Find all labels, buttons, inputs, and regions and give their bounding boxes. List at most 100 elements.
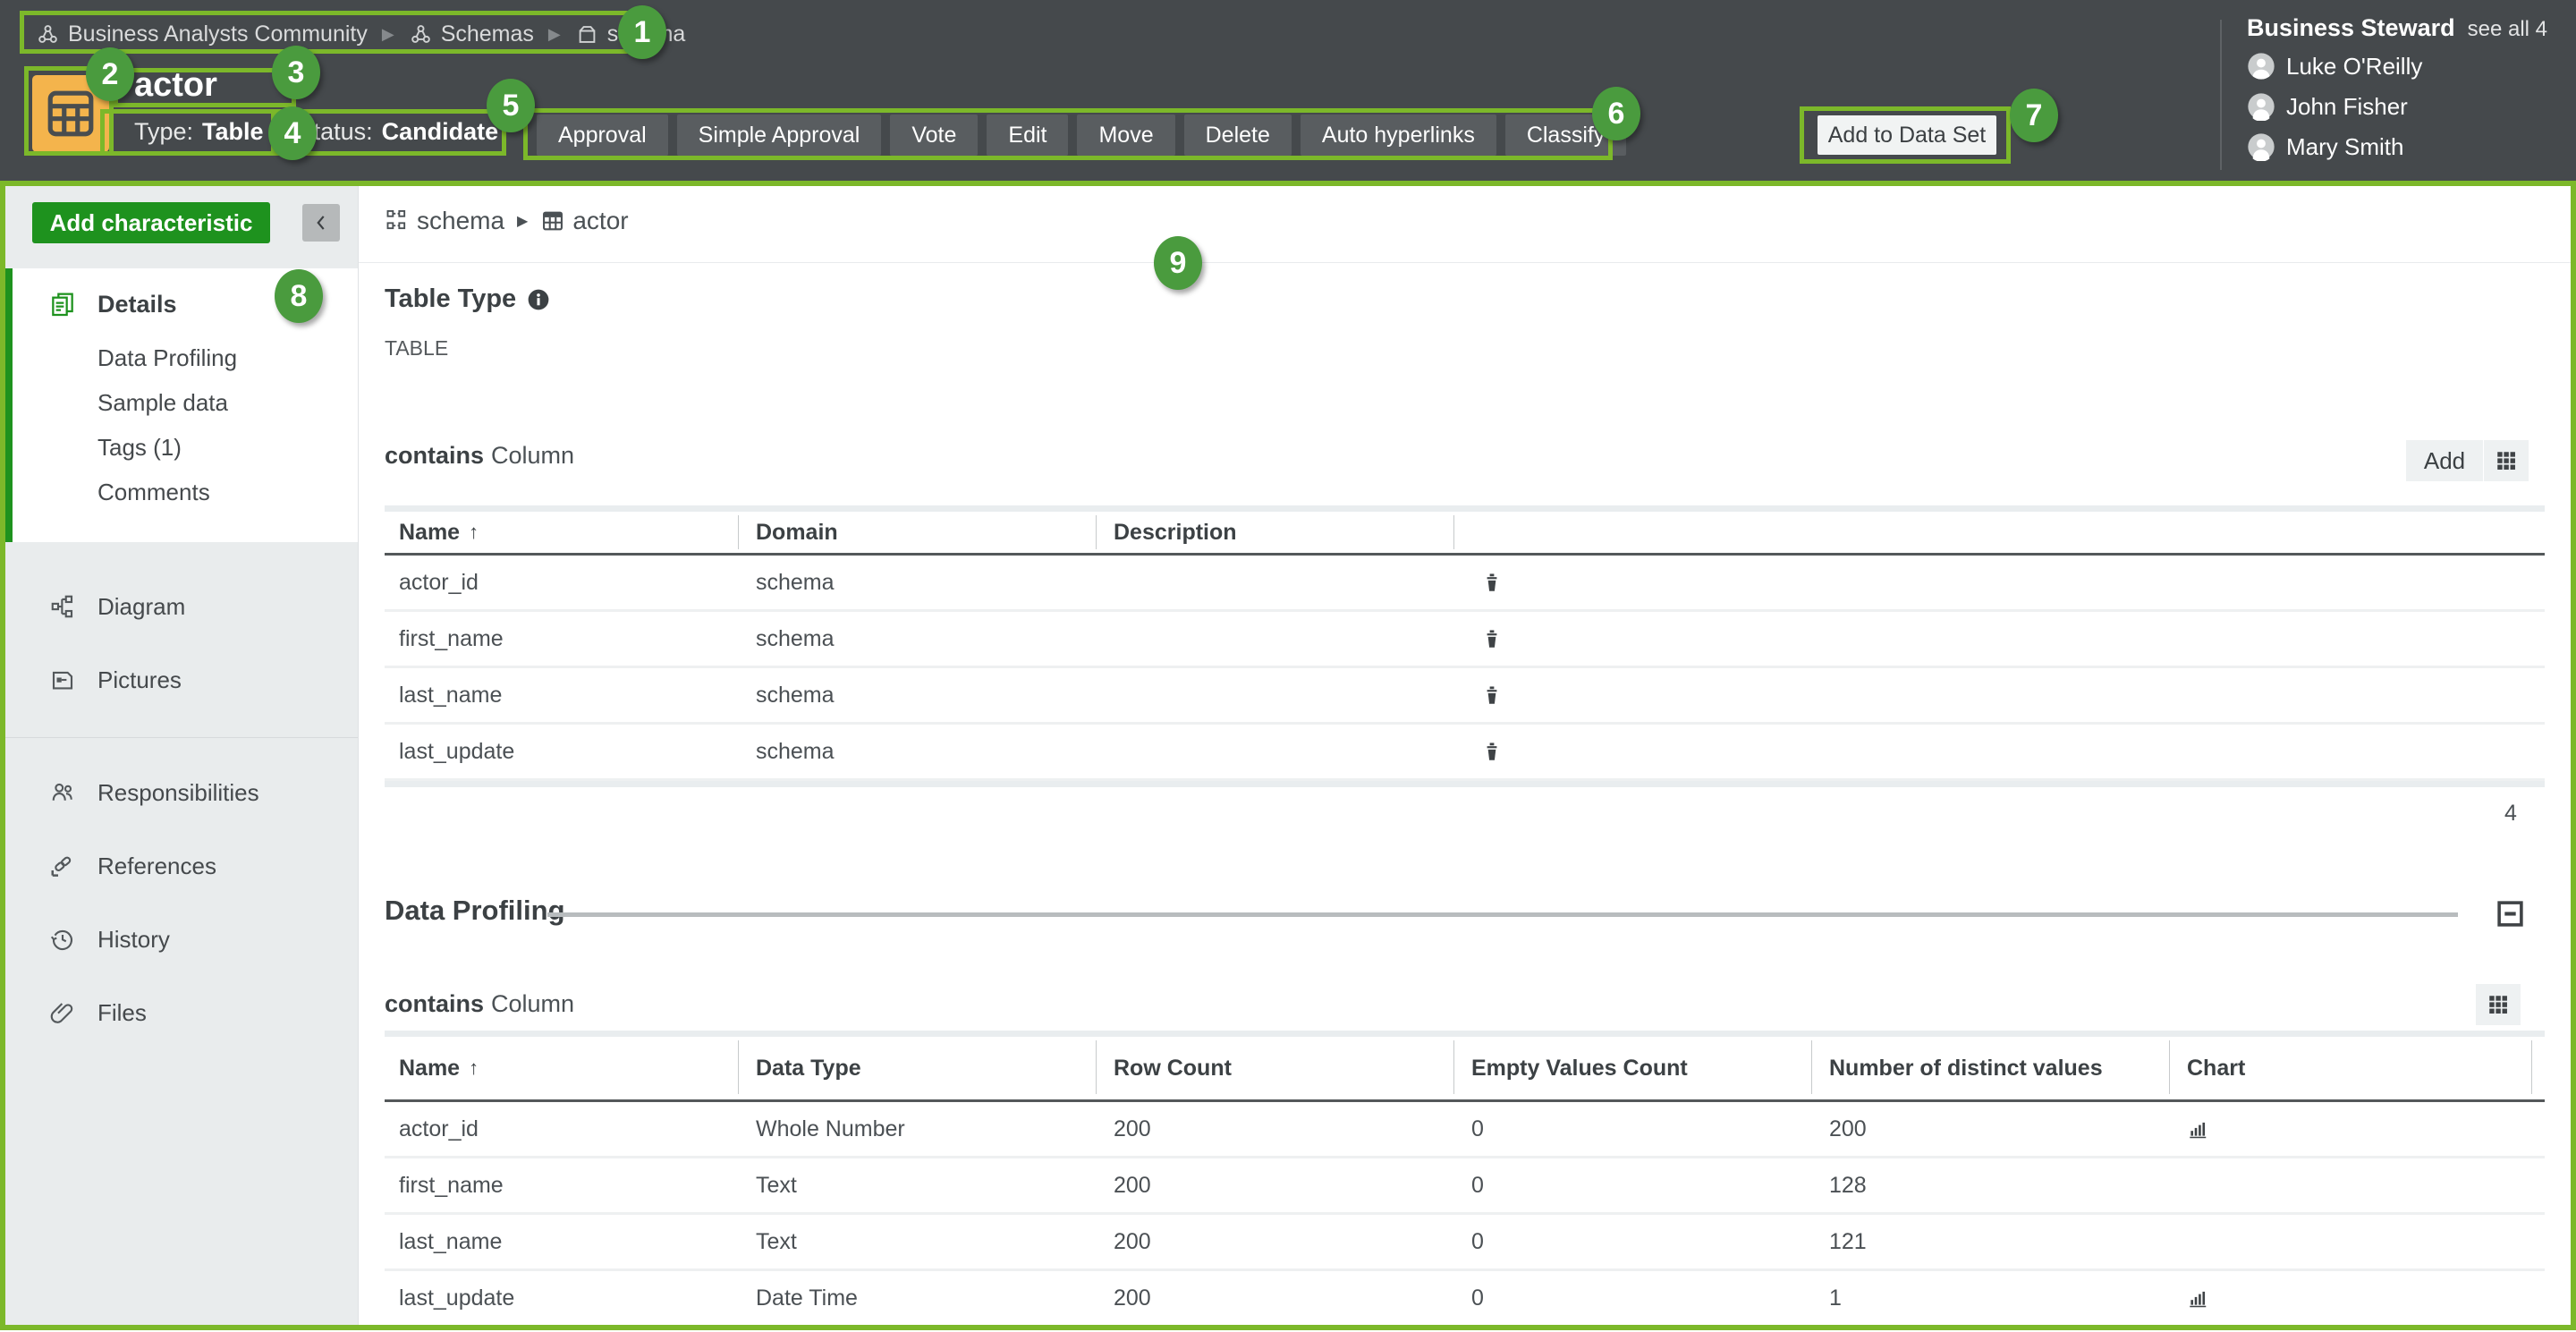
column-header-name[interactable]: Name↑: [399, 1037, 479, 1099]
sort-asc-icon: ↑: [469, 1056, 479, 1080]
delete-row-icon[interactable]: [1480, 612, 1504, 666]
collapse-sidebar-button[interactable]: [302, 204, 340, 242]
table-type-heading: Table Type: [385, 284, 550, 314]
column-header-row-count[interactable]: Row Count: [1114, 1037, 1232, 1099]
vote-button[interactable]: Vote: [890, 115, 978, 156]
sidebar-item-tags[interactable]: Tags (1): [5, 428, 358, 467]
sidebar-item-diagram[interactable]: Diagram: [5, 587, 358, 626]
asset-meta: Type: Table Status: Candidate: [134, 118, 498, 146]
page-title: actor: [134, 66, 217, 105]
sidebar-item-sample-data[interactable]: Sample data: [5, 383, 358, 422]
auto-hyperlinks-button[interactable]: Auto hyperlinks: [1301, 115, 1496, 156]
steward-name: Mary Smith: [2286, 133, 2403, 161]
breadcrumb-parent[interactable]: schema: [417, 207, 504, 235]
sidebar-item-details[interactable]: Details: [5, 284, 358, 324]
community-icon: [36, 22, 60, 47]
table-row[interactable]: last_name Text 200 0 121: [385, 1215, 2545, 1271]
steward-name: John Fisher: [2286, 93, 2408, 121]
delete-row-icon[interactable]: [1480, 668, 1504, 722]
column-header-description[interactable]: Description: [1114, 512, 1237, 553]
column-header-chart[interactable]: Chart: [2187, 1037, 2245, 1099]
page: Business Analysts Community ▶ Schemas ▶: [0, 0, 2576, 1332]
column-header-name[interactable]: Name↑: [399, 512, 479, 553]
add-column-button[interactable]: Add: [2406, 440, 2483, 481]
steward-user[interactable]: Luke O'Reilly: [2247, 50, 2547, 82]
sidebar-item-files[interactable]: Files: [5, 993, 358, 1032]
move-button[interactable]: Move: [1077, 115, 1174, 156]
header-divider: [2220, 20, 2222, 170]
paperclip-icon: [48, 998, 77, 1027]
column-header-distinct-values[interactable]: Number of distinct values: [1829, 1037, 2103, 1099]
top-header: Business Analysts Community ▶ Schemas ▶: [0, 0, 2576, 181]
sidebar-item-data-profiling[interactable]: Data Profiling: [5, 338, 358, 378]
info-icon[interactable]: [527, 288, 550, 311]
breadcrumb-label: Schemas: [441, 21, 534, 47]
community-icon: [409, 22, 433, 47]
status-label: Status:: [298, 118, 373, 146]
data-profiling-table: Name↑ Data Type Row Count Empty Values C…: [385, 1031, 2545, 1328]
breadcrumb: Business Analysts Community ▶ Schemas ▶: [36, 14, 685, 54]
breadcrumb-current: actor: [572, 207, 628, 235]
delete-button[interactable]: Delete: [1184, 115, 1292, 156]
status-value[interactable]: Candidate: [382, 118, 499, 146]
bar-chart-icon[interactable]: [2187, 1271, 2208, 1325]
table-row[interactable]: last_name schema: [385, 668, 2545, 725]
sidebar-main-divider: [358, 186, 359, 1327]
sidebar-item-references[interactable]: References: [5, 846, 358, 886]
simple-approval-button[interactable]: Simple Approval: [677, 115, 882, 156]
table-settings-grid-icon[interactable]: [2476, 984, 2521, 1025]
avatar: [2247, 92, 2275, 121]
table-row[interactable]: last_update schema: [385, 725, 2545, 781]
column-header-data-type[interactable]: Data Type: [756, 1037, 861, 1099]
chevron-right-icon: ▶: [380, 25, 396, 44]
chevron-right-icon: ▶: [512, 212, 533, 230]
link-icon: [48, 852, 77, 880]
table-type-value: TABLE: [385, 336, 448, 361]
delete-row-icon[interactable]: [1480, 725, 1504, 778]
breadcrumb-label: Business Analysts Community: [68, 21, 368, 47]
bar-chart-icon[interactable]: [2187, 1102, 2208, 1156]
columns-table-header: Name↑ Domain Description: [385, 512, 2545, 553]
business-steward-panel: Business Steward see all 4 Luke O'Reilly…: [2247, 14, 2547, 163]
add-characteristic-button[interactable]: Add characteristic: [32, 202, 270, 243]
sidebar-item-pictures[interactable]: Pictures: [5, 660, 358, 700]
approval-button[interactable]: Approval: [537, 115, 668, 156]
table-row[interactable]: first_name schema: [385, 612, 2545, 668]
avatar: [2247, 132, 2275, 161]
column-header-domain[interactable]: Domain: [756, 512, 838, 553]
table-row[interactable]: actor_id schema: [385, 556, 2545, 612]
asset-breadcrumb: schema ▶ actor: [385, 204, 629, 238]
add-to-dataset-button[interactable]: Add to Data Set: [1818, 115, 1996, 155]
pictures-icon: [48, 666, 77, 694]
table-settings-grid-icon[interactable]: [2484, 440, 2529, 481]
table-row[interactable]: actor_id Whole Number 200 0 200: [385, 1102, 2545, 1158]
see-all-link[interactable]: see all 4: [2468, 17, 2547, 42]
sidebar-item-comments[interactable]: Comments: [5, 472, 358, 512]
collapse-section-icon[interactable]: [2496, 899, 2525, 929]
type-value: Table: [202, 118, 264, 146]
breadcrumb-item-community[interactable]: Business Analysts Community: [36, 21, 368, 47]
table-row[interactable]: first_name Text 200 0 128: [385, 1158, 2545, 1215]
steward-role-title: Business Steward: [2247, 14, 2455, 42]
column-header-empty-values[interactable]: Empty Values Count: [1471, 1037, 1688, 1099]
schema-nodes-icon: [385, 208, 410, 233]
sidebar-item-history[interactable]: History: [5, 920, 358, 959]
table-row[interactable]: last_update Date Time 200 0 1: [385, 1271, 2545, 1328]
classify-button[interactable]: Classify: [1505, 115, 1627, 156]
diagram-icon: [48, 592, 77, 621]
chevron-right-icon: ▶: [547, 25, 563, 44]
delete-row-icon[interactable]: [1480, 556, 1504, 609]
steward-user[interactable]: Mary Smith: [2247, 131, 2547, 163]
section-rule: [547, 912, 2458, 917]
breadcrumb-item-schemas[interactable]: Schemas: [409, 21, 534, 47]
sidebar-section-details: Details Data Profiling Sample data Tags …: [5, 268, 358, 542]
steward-user[interactable]: John Fisher: [2247, 90, 2547, 123]
steward-name: Luke O'Reilly: [2286, 53, 2422, 81]
sidebar-item-responsibilities[interactable]: Responsibilities: [5, 773, 358, 812]
type-label: Type:: [134, 118, 193, 146]
history-clock-icon: [48, 925, 77, 954]
edit-button[interactable]: Edit: [987, 115, 1068, 156]
data-profiling-heading: Data Profiling: [385, 895, 565, 927]
workflow-actions: Approval Simple Approval Vote Edit Move …: [537, 115, 1626, 156]
breadcrumb-item-schema[interactable]: schema: [575, 21, 686, 47]
